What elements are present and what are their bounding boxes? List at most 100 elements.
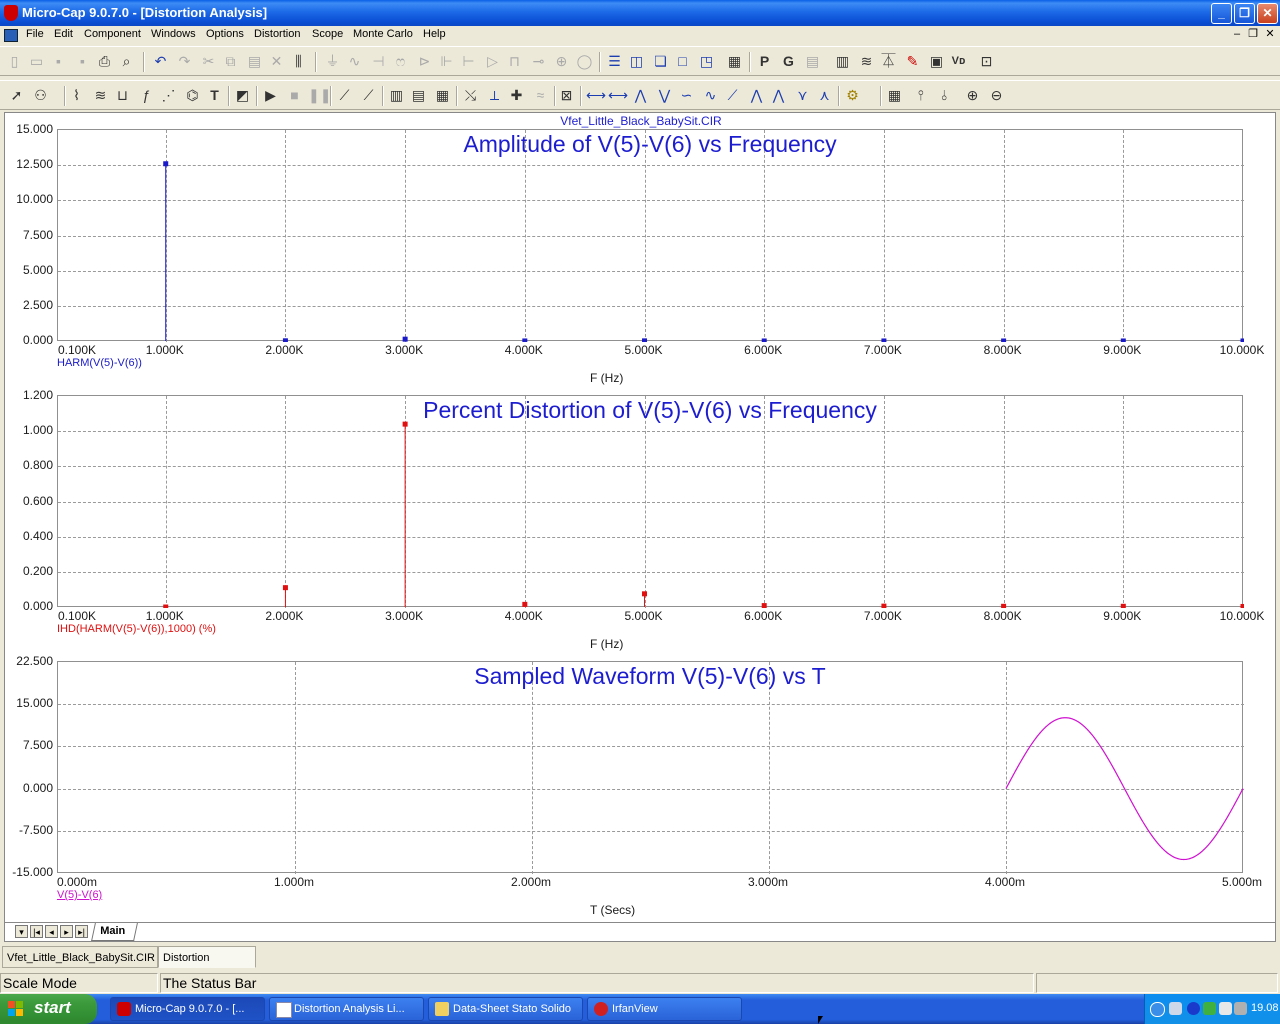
prev-page-button[interactable]: ◂	[45, 925, 58, 938]
network-icon[interactable]	[1169, 1002, 1182, 1015]
inductor-icon[interactable]: ෆ	[392, 53, 409, 70]
diode-icon[interactable]: ⊳	[416, 53, 433, 70]
current-source-icon[interactable]: ⊕	[553, 53, 570, 70]
doc-minimize-button[interactable]: –	[1230, 28, 1244, 41]
doc-restore-button[interactable]: ❐	[1246, 28, 1260, 41]
save-icon[interactable]: ▪	[50, 53, 67, 70]
table-icon[interactable]: ▦	[886, 87, 903, 104]
copy-icon[interactable]: ⧉	[222, 53, 239, 70]
battery-icon[interactable]: ⊩	[438, 53, 455, 70]
menu-scope[interactable]: Scope	[312, 28, 343, 40]
tab-main[interactable]: Main	[91, 923, 138, 941]
cursor-mode-icon[interactable]: ⫯	[912, 87, 929, 104]
pause-icon[interactable]: ❚❚	[308, 87, 331, 104]
tokens-icon[interactable]: ⚙	[844, 87, 861, 104]
volume-icon[interactable]	[1219, 1002, 1232, 1015]
add-curve-icon[interactable]: ⌇	[68, 87, 85, 104]
menu-file[interactable]: File	[26, 28, 44, 40]
tab-distortion-analysis[interactable]: Distortion Analysis	[158, 946, 256, 986]
tray-expand-icon[interactable]	[1150, 1002, 1165, 1017]
peak-icon[interactable]: ⌬	[184, 87, 201, 104]
zoom-out-icon[interactable]: ⊖	[988, 87, 1005, 104]
menu-distortion[interactable]: Distortion	[254, 28, 300, 40]
select-arrow-icon[interactable]: ➚	[8, 87, 25, 104]
minimize-button[interactable]: _	[1211, 3, 1232, 24]
properties-icon[interactable]: ◩	[234, 87, 251, 104]
doc-close-button[interactable]: ✕	[1263, 28, 1277, 41]
scale-mode-icon[interactable]: ⫰	[936, 87, 953, 104]
menu-options[interactable]: Options	[206, 28, 244, 40]
undo-icon[interactable]: ↶	[152, 53, 169, 70]
formula-icon[interactable]: ⋰	[160, 87, 177, 104]
ground-icon[interactable]: ⏚	[324, 53, 341, 70]
waveform-icon[interactable]: ≋	[858, 53, 875, 70]
first-page-button[interactable]: |◂	[30, 925, 43, 938]
menu-windows[interactable]: Windows	[151, 28, 196, 40]
tile-vertical-icon[interactable]: ◫	[628, 53, 645, 70]
curve-expression[interactable]: V(5)-V(6)	[57, 889, 102, 901]
high-cursor-icon[interactable]: ∽	[678, 87, 695, 104]
redo-icon[interactable]: ↷	[176, 53, 193, 70]
curve-expression[interactable]: IHD(HARM(V(5)-V(6)),1000) (%)	[57, 623, 216, 635]
capacitor-icon[interactable]: ⊣	[370, 53, 387, 70]
task-distortion-analysis[interactable]: Distortion Analysis Li...	[269, 997, 424, 1021]
global-low-icon[interactable]: ⋀	[770, 87, 787, 104]
cut-icon[interactable]: ✂	[200, 53, 217, 70]
select-all-icon[interactable]: ⫼	[290, 53, 307, 70]
close-button[interactable]: ✕	[1257, 3, 1278, 24]
italic-f-icon[interactable]: ƒ	[138, 87, 155, 104]
menu-component[interactable]: Component	[84, 28, 141, 40]
task-irfanview[interactable]: IrfanView	[587, 997, 742, 1021]
sketch-icon[interactable]: ≈	[532, 87, 549, 104]
right-cursor-icon[interactable]: ⟷	[608, 87, 628, 104]
bluetooth-icon[interactable]	[1187, 1002, 1200, 1015]
opamp-icon[interactable]: ▷	[484, 53, 501, 70]
tile-horizontal-icon[interactable]: ☰	[606, 53, 623, 70]
pen-icon[interactable]: ✎	[904, 53, 921, 70]
print-preview-icon[interactable]: ⌕	[118, 53, 135, 70]
text-icon[interactable]: T	[206, 87, 223, 104]
task-microcap[interactable]: Micro-Cap 9.0.7.0 - [...	[110, 997, 265, 1021]
bottom-icon[interactable]: ⋏	[816, 87, 833, 104]
app-icon[interactable]	[4, 5, 18, 21]
security-icon[interactable]	[1234, 1002, 1247, 1015]
start-button[interactable]: start	[0, 994, 97, 1024]
grid-both-icon[interactable]: ▦	[434, 87, 451, 104]
wave-add-icon[interactable]: ≋	[92, 87, 109, 104]
open-icon[interactable]: ▭	[28, 53, 45, 70]
maximize-button[interactable]: ❐	[1234, 3, 1255, 24]
left-cursor-icon[interactable]: ⟷	[586, 87, 606, 104]
menu-help[interactable]: Help	[423, 28, 446, 40]
window-icon[interactable]: □	[674, 53, 691, 70]
calculator-icon[interactable]: ▦	[726, 53, 743, 70]
peak-cursor-icon[interactable]: ⋀	[632, 87, 649, 104]
cursor-icon[interactable]: ⤯	[462, 87, 479, 104]
run-icon[interactable]: ▶	[262, 87, 279, 104]
mark-icon[interactable]: ⊠	[558, 87, 575, 104]
new-icon[interactable]: ▯	[6, 53, 23, 70]
page-menu-button[interactable]: ▾	[15, 925, 28, 938]
inflection-icon[interactable]: ⟋	[724, 87, 741, 104]
safely-remove-icon[interactable]	[1203, 1002, 1216, 1015]
cascade-icon[interactable]: ❏	[652, 53, 669, 70]
grid-horizontal-icon[interactable]: ▤	[410, 87, 427, 104]
grid-text-icon[interactable]: G	[780, 53, 797, 70]
menu-monte-carlo[interactable]: Monte Carlo	[353, 28, 413, 40]
curve-expression[interactable]: HARM(V(5)-V(6))	[57, 357, 142, 369]
voltage-source-icon[interactable]: ◯	[576, 53, 593, 70]
analysis-plot-area[interactable]: Vfet_Little_Black_BabySit.CIR 15.000 12.5…	[4, 112, 1276, 923]
zoom-in-icon[interactable]: ⊕	[964, 87, 981, 104]
cross-cursor-icon[interactable]: ✚	[508, 87, 525, 104]
scale-icon[interactable]: ⚇	[32, 87, 49, 104]
plot-frame[interactable]	[57, 129, 1244, 342]
peek-icon[interactable]: P	[756, 53, 773, 70]
tab-schematic[interactable]: Vfet_Little_Black_BabySit.CIR	[2, 946, 158, 968]
vd-icon[interactable]: Vᴅ	[950, 53, 967, 70]
plot-frame[interactable]	[57, 395, 1244, 608]
resistor-icon[interactable]: ∿	[346, 53, 363, 70]
grid-vertical-icon[interactable]: ▥	[388, 87, 405, 104]
top-icon[interactable]: ⋎	[794, 87, 811, 104]
plot-frame[interactable]	[57, 661, 1244, 874]
print-icon[interactable]: ⎙	[96, 53, 113, 70]
zoom-window-icon[interactable]: ⊡	[978, 53, 995, 70]
